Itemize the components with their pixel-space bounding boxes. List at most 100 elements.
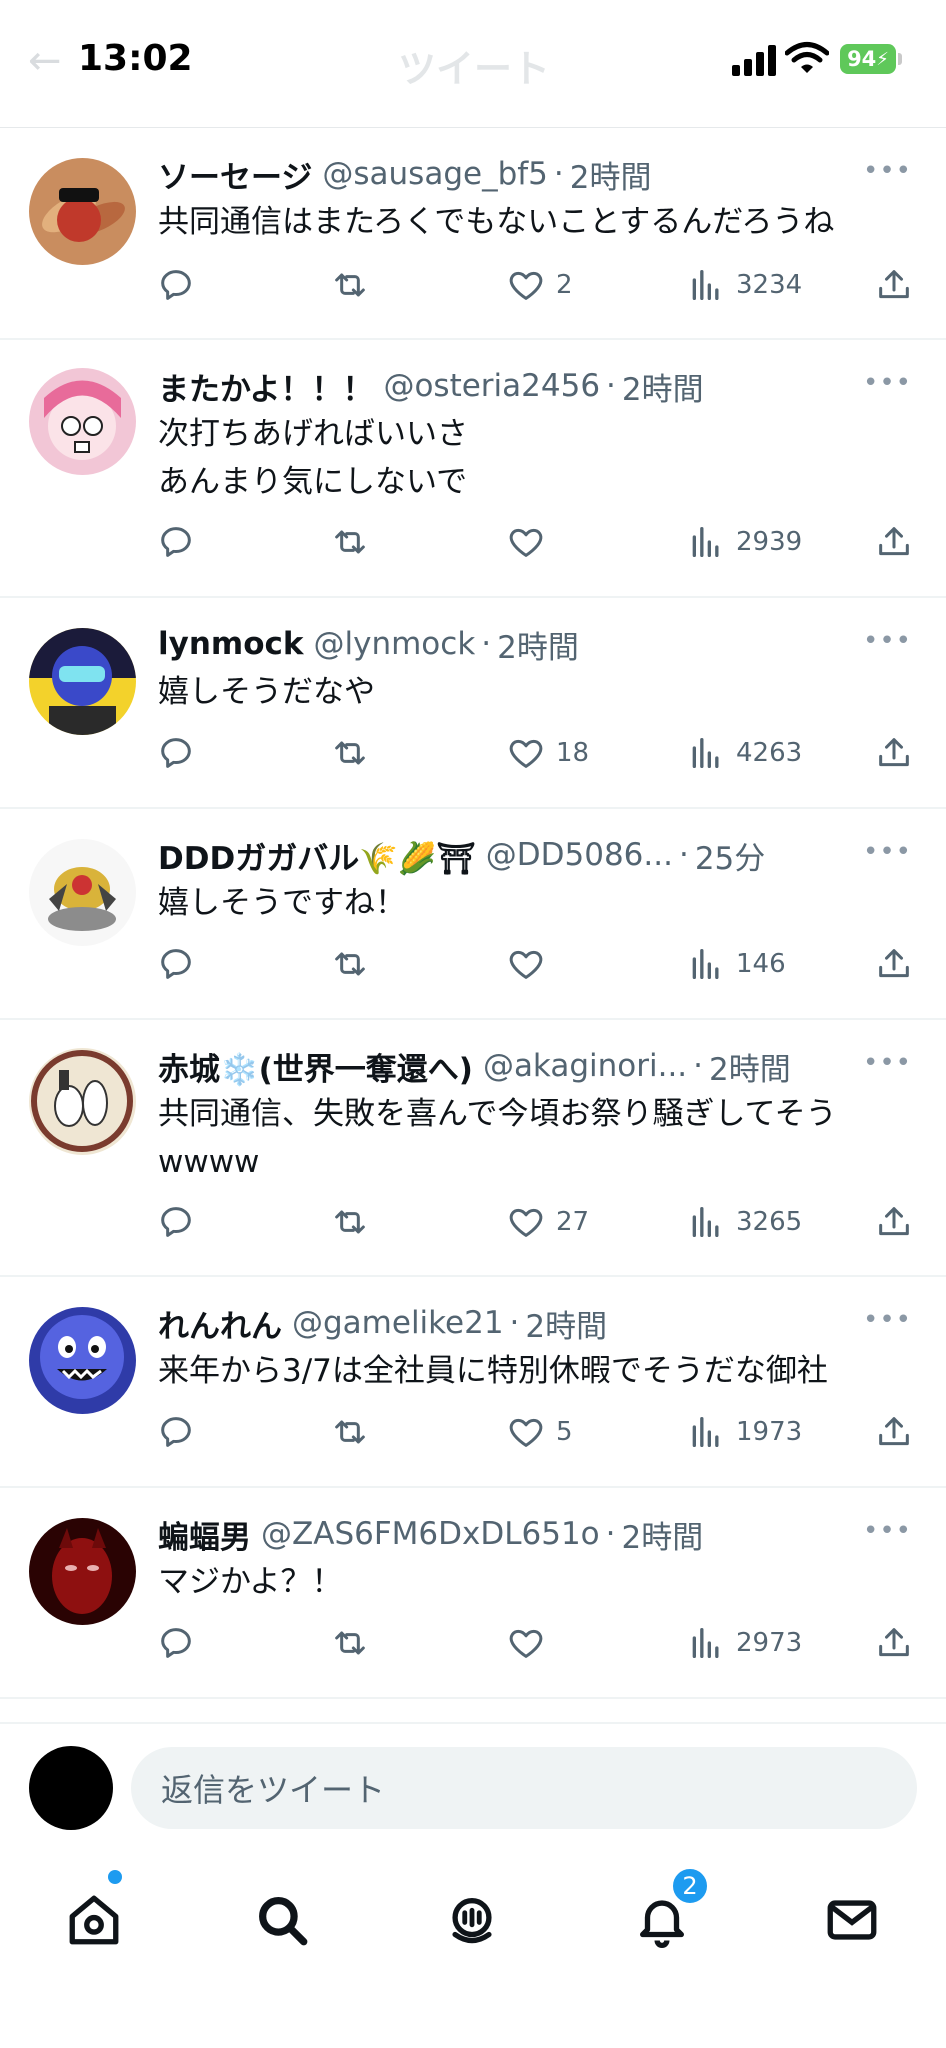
more-icon[interactable]: ••• — [863, 626, 912, 656]
like-button[interactable]: 2 — [506, 263, 573, 307]
author-name[interactable]: 蝙蝠男 — [158, 1512, 251, 1556]
author-handle[interactable]: @ZAS6FM6DxDL651o — [261, 1516, 600, 1552]
retweet-button[interactable] — [330, 520, 370, 564]
retweet-button[interactable] — [330, 942, 370, 986]
more-icon[interactable]: ••• — [863, 1516, 912, 1546]
author-name[interactable]: DDDガガバル🌾🌽⛩ — [158, 833, 476, 877]
avatar[interactable] — [29, 1307, 136, 1414]
like-button[interactable]: 27 — [506, 1200, 589, 1244]
avatar[interactable] — [29, 158, 136, 265]
views-button[interactable]: 3234 — [686, 263, 802, 307]
share-icon — [879, 1417, 909, 1446]
like-button[interactable] — [506, 1621, 556, 1665]
more-icon[interactable]: ••• — [863, 1305, 912, 1335]
tweet-text: 共同通信はまたろくでもないことするんだろうね — [158, 204, 835, 240]
reply-button[interactable] — [156, 731, 196, 775]
author-name[interactable]: 赤城❄️(世界一奪還へ) — [158, 1044, 473, 1088]
battery-indicator: 94 ⚡ — [840, 44, 896, 74]
tweet-item[interactable]: またかよ！！！ @osteria2456 · 2時間 ••• 次打ちあげればいい… — [0, 340, 946, 598]
mail-icon — [827, 1900, 877, 1940]
more-icon[interactable]: ••• — [863, 368, 912, 398]
tab-messages[interactable] — [812, 1880, 892, 1960]
tweet-time[interactable]: 2時間 — [570, 152, 652, 196]
share-button[interactable] — [874, 942, 914, 986]
reply-icon — [161, 1628, 191, 1658]
like-button[interactable] — [506, 520, 556, 564]
views-button[interactable]: 146 — [686, 942, 786, 986]
reply-button[interactable] — [156, 1200, 196, 1244]
avatar[interactable] — [29, 628, 136, 735]
tweet-time[interactable]: 2時間 — [622, 1512, 704, 1556]
avatar[interactable] — [29, 839, 136, 946]
tweet-item[interactable]: ソーセージ @sausage_bf5 · 2時間 ••• 共同通信はまたろくでも… — [0, 128, 946, 340]
like-button[interactable]: 18 — [506, 731, 589, 775]
back-arrow-icon[interactable]: ← — [28, 38, 62, 84]
views-button[interactable]: 2973 — [686, 1621, 802, 1665]
view-count: 2973 — [736, 1628, 803, 1658]
tweet-item[interactable]: 赤城❄️(世界一奪還へ) @akaginori... · 2時間 ••• 共同通… — [0, 1020, 946, 1277]
tweet-time[interactable]: 2時間 — [525, 1301, 607, 1345]
views-button[interactable]: 4263 — [686, 731, 802, 775]
reply-button[interactable] — [156, 1410, 196, 1454]
share-button[interactable] — [874, 1621, 914, 1665]
avatar[interactable] — [29, 1048, 136, 1155]
separator-dot: · — [553, 156, 564, 192]
author-handle[interactable]: @sausage_bf5 — [322, 156, 548, 192]
avatar[interactable] — [29, 1518, 136, 1625]
share-button[interactable] — [874, 1200, 914, 1244]
retweet-button[interactable] — [330, 1621, 370, 1665]
tab-search[interactable] — [242, 1880, 322, 1960]
share-button[interactable] — [874, 263, 914, 307]
tweet-item[interactable]: れんれん @gamelike21 · 2時間 ••• 来年から3/7は全社員に特… — [0, 1277, 946, 1488]
tweet-time[interactable]: 2時間 — [622, 364, 704, 408]
retweet-button[interactable] — [330, 1410, 370, 1454]
share-button[interactable] — [874, 1410, 914, 1454]
like-button[interactable] — [506, 942, 556, 986]
heart-icon — [509, 271, 543, 300]
author-handle[interactable]: @DD5086... — [486, 837, 673, 873]
share-button[interactable] — [874, 520, 914, 564]
like-button[interactable]: 5 — [506, 1410, 573, 1454]
tab-spaces[interactable] — [432, 1880, 512, 1960]
reply-button[interactable] — [156, 520, 196, 564]
author-handle[interactable]: @osteria2456 — [383, 368, 600, 404]
more-icon[interactable]: ••• — [863, 156, 912, 186]
tweet-item[interactable]: lynmock @lynmock · 2時間 ••• 嬉しそうだなや 18 42… — [0, 598, 946, 809]
share-button[interactable] — [874, 731, 914, 775]
retweet-icon — [335, 741, 365, 765]
author-handle[interactable]: @gamelike21 — [292, 1305, 504, 1341]
author-name[interactable]: ソーセージ — [158, 152, 312, 196]
reply-button[interactable] — [156, 942, 196, 986]
my-avatar[interactable] — [29, 1746, 113, 1830]
battery-level: 94 — [847, 47, 877, 71]
tweet-time[interactable]: 2時間 — [709, 1044, 791, 1088]
more-icon[interactable]: ••• — [863, 837, 912, 867]
reply-icon — [161, 1207, 191, 1237]
author-handle[interactable]: @akaginori... — [483, 1048, 687, 1084]
tweet-time[interactable]: 25分 — [695, 833, 765, 877]
author-name[interactable]: lynmock — [158, 626, 304, 662]
views-icon — [692, 1628, 719, 1658]
heart-icon — [509, 950, 543, 979]
views-icon — [692, 1417, 719, 1447]
reply-input[interactable]: 返信をツイート — [131, 1747, 917, 1829]
reply-button[interactable] — [156, 263, 196, 307]
tweet-item[interactable]: DDDガガバル🌾🌽⛩ @DD5086... · 25分 ••• 嬉しそうですね！… — [0, 809, 946, 1020]
views-button[interactable]: 2939 — [686, 520, 802, 564]
more-icon[interactable]: ••• — [863, 1048, 912, 1078]
separator-dot: · — [606, 368, 616, 404]
author-name[interactable]: れんれん — [158, 1301, 282, 1345]
avatar[interactable] — [29, 368, 136, 475]
retweet-button[interactable] — [330, 263, 370, 307]
views-button[interactable]: 1973 — [686, 1410, 802, 1454]
retweet-button[interactable] — [330, 1200, 370, 1244]
tweet-time[interactable]: 2時間 — [497, 622, 579, 666]
views-button[interactable]: 3265 — [686, 1200, 802, 1244]
author-name[interactable]: またかよ！！！ — [158, 364, 373, 408]
reply-button[interactable] — [156, 1621, 196, 1665]
author-handle[interactable]: @lynmock — [314, 626, 476, 662]
tweet-item[interactable]: 蝙蝠男 @ZAS6FM6DxDL651o · 2時間 ••• マジかよ？！ 29… — [0, 1488, 946, 1699]
retweet-button[interactable] — [330, 731, 370, 775]
tweet-actions: 146 — [156, 942, 916, 986]
tab-home[interactable] — [54, 1880, 134, 1960]
